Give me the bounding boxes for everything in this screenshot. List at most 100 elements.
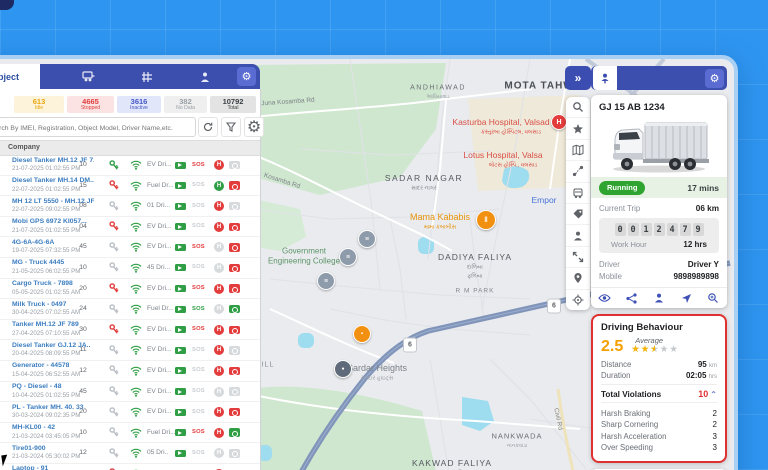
wifi-icon	[130, 283, 142, 295]
driver-name: EV Dri...	[147, 388, 172, 395]
vehicle-icon[interactable]	[566, 183, 590, 204]
vehicle-row[interactable]: MG - Truck 4445 21-05-2025 06:02:55 PM 1…	[0, 258, 260, 279]
camera-icon	[228, 221, 240, 233]
vehicle-row[interactable]: Milk Truck - 0497 30-04-2025 07:02:55 AM…	[0, 299, 260, 320]
vehicle-name: Milk Truck - 0497	[12, 301, 66, 308]
driver-name: Fuel Dr...	[147, 305, 174, 312]
sos-indicator: SOS	[192, 306, 205, 312]
vehicle-speed: 15	[76, 182, 90, 189]
list-settings-gear-icon[interactable]: ⚙	[244, 117, 264, 137]
immobilizer-icon: H	[213, 406, 225, 418]
immobilizer-icon: H	[213, 241, 225, 253]
zoom-to-icon[interactable]	[700, 288, 727, 308]
camera-icon	[228, 200, 240, 212]
vehicle-name: PL - Tanker MH. 40. 33	[12, 404, 84, 411]
panel-settings-gear-icon[interactable]: ⚙	[237, 67, 256, 86]
status-chip-inactive[interactable]: 3616Inactive	[117, 96, 161, 113]
wifi-icon	[130, 324, 142, 336]
driving-behaviour-card: Driving Behaviour 2.5 Average ★★★★★★★★★★…	[591, 314, 727, 463]
duration-value: 02:05	[686, 371, 706, 380]
collapse-caret-icon[interactable]: ⌃	[710, 390, 717, 399]
vehicle-row[interactable]: Diesel Tanker MH.12 JF 7... 21-07-2025 0…	[0, 155, 260, 176]
driver-pin-icon[interactable]	[196, 68, 213, 85]
trailer-icon[interactable]	[80, 68, 97, 85]
vehicle-datetime: 30-04-2025 07:02:55 AM	[12, 309, 80, 316]
vehicle-row[interactable]: 4G-6A-4G-6A 19-07-2025 07:32:55 PM 45 EV…	[0, 237, 260, 258]
distance-unit: km	[709, 363, 717, 369]
immobilizer-icon: H	[213, 303, 225, 315]
status-chip-idle[interactable]: 613Idle	[14, 96, 64, 113]
search-icon[interactable]	[566, 97, 590, 118]
vehicle-row[interactable]: Diesel Tanker MH.14 DM... 22-07-2025 01:…	[0, 176, 260, 197]
map-label: SADAR NAGAR	[385, 173, 463, 183]
vehicle-datetime: 05-05-2025 01:02:55 AM	[12, 289, 80, 296]
search-input[interactable]	[0, 118, 189, 138]
driver-pin-icon[interactable]	[645, 288, 672, 308]
driver-name: EV Dri...	[147, 243, 172, 250]
person-pin-icon[interactable]	[566, 225, 590, 246]
status-chip-total[interactable]: 10792Total	[210, 96, 256, 113]
ignition-key-icon	[108, 262, 120, 274]
share-icon[interactable]	[618, 288, 645, 308]
vehicle-speed: 45	[76, 388, 90, 395]
tag-icon[interactable]	[566, 204, 590, 225]
vehicle-row[interactable]: PQ - Diesel - 48 10-04-2025 01:02:55 PM …	[0, 382, 260, 403]
vehicle-row[interactable]: Generator - 44578 15-04-2025 06:52:55 AM…	[0, 361, 260, 382]
map-icon[interactable]	[566, 140, 590, 161]
ignition-key-icon	[108, 447, 120, 459]
wifi-icon	[130, 344, 142, 356]
work-hour-label: Work Hour	[611, 240, 647, 249]
camera-icon	[228, 159, 240, 171]
vehicle-row[interactable]: PL - Tanker MH. 40. 33 30-03-2024 09:02:…	[0, 402, 260, 423]
vehicle-row[interactable]: Tire01-900 21-03-2024 05:30:02 PM 12 05 …	[0, 443, 260, 464]
status-chip-stopped[interactable]: 4665Stopped	[67, 96, 114, 113]
detail-settings-gear-icon[interactable]: ⚙	[705, 69, 724, 88]
filter-icon[interactable]	[221, 117, 241, 137]
tab-object[interactable]: Object	[0, 64, 40, 89]
camera-icon	[228, 262, 240, 274]
map-label: મામા કબાબીસ	[424, 225, 456, 232]
vehicle-row[interactable]: Mobi GPS 6972 KI057... 21-07-2025 01:02:…	[0, 217, 260, 238]
vehicle-row[interactable]: Cargo Truck - 7898 05-05-2025 01:02:55 A…	[0, 279, 260, 300]
vehicle-datetime: 20-04-2025 08:09:55 PM	[12, 350, 80, 357]
refresh-icon[interactable]	[198, 117, 218, 137]
target-icon[interactable]	[566, 290, 590, 310]
camera-icon	[228, 365, 240, 377]
wifi-icon	[130, 180, 142, 192]
star-rating: ★★★★★★★★★★	[631, 345, 679, 355]
vehicle-row[interactable]: Tanker MH.12 JF 789 27-04-2025 07:10:55 …	[0, 320, 260, 341]
chip-label: Stopped	[81, 106, 100, 111]
vehicle-row[interactable]: MH-KL00 - 42 21-03-2024 03:45:05 PM 10 F…	[0, 423, 260, 444]
route-icon[interactable]	[566, 161, 590, 182]
map-label: DADIYA FALIYA	[438, 252, 512, 262]
app-window: MOTA TAHWADJuna Kosamba RdANDHIAWADઆંધિય…	[0, 55, 738, 470]
expand-icon[interactable]	[566, 247, 590, 268]
vehicle-datetime: 30-03-2024 09:02:35 PM	[12, 412, 80, 419]
wifi-icon	[130, 386, 142, 398]
geofence-grid-icon[interactable]	[138, 68, 155, 85]
navigate-icon[interactable]	[673, 288, 700, 308]
driver-name: EV Dri...	[147, 367, 172, 374]
violation-row: Harsh Acceleration3	[601, 432, 717, 441]
collapse-panel-button[interactable]: »	[565, 66, 591, 90]
star-icon[interactable]	[566, 118, 590, 139]
ignition-key-icon	[108, 427, 120, 439]
group-header[interactable]: Company	[0, 140, 260, 156]
ignition-key-icon	[108, 241, 120, 253]
chip-value: 382	[179, 98, 192, 106]
behaviour-title: Driving Behaviour	[601, 322, 717, 333]
vehicle-row[interactable]: Diesel Tanker GJ.12 JA.. 20-04-2025 08:0…	[0, 340, 260, 361]
duration-label: Duration	[601, 371, 630, 380]
immobilizer-icon: H	[213, 344, 225, 356]
vehicle-speed: 24	[76, 305, 90, 312]
map-label: દાળિયા	[467, 265, 483, 272]
driver-name: EV Dri...	[147, 223, 172, 230]
tracking-tab[interactable]	[593, 66, 617, 90]
eye-icon[interactable]	[591, 288, 618, 308]
chip-value: 613	[33, 98, 46, 106]
vehicle-row[interactable]: Laptop - 91 20-03-2024 09:20:55 AM 15 08…	[0, 464, 260, 470]
odometer-digit: 7	[680, 223, 691, 236]
status-chip-no-data[interactable]: 382No Data	[164, 96, 207, 113]
location-pin-icon[interactable]	[566, 268, 590, 289]
vehicle-row[interactable]: MH 12 LT 5550 - MH.12 JF 7... 22-07-2025…	[0, 196, 260, 217]
